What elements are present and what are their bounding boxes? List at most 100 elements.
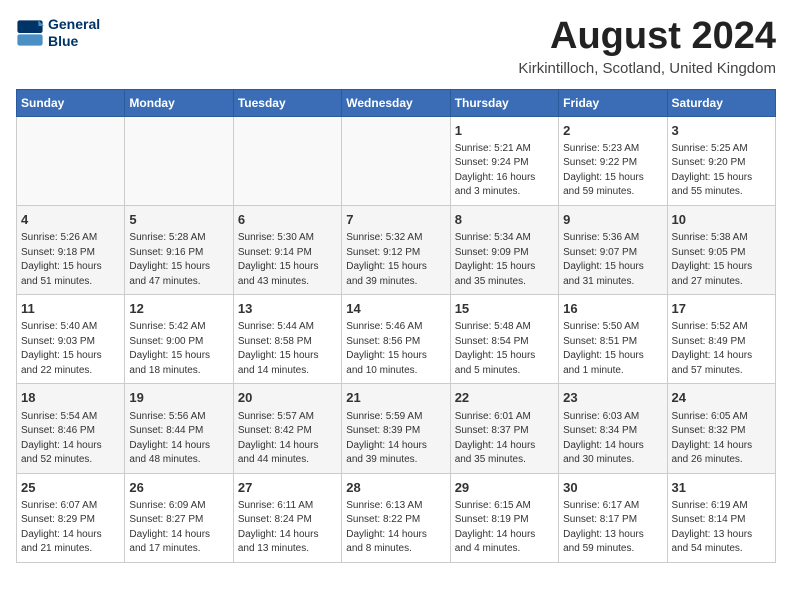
calendar-cell: 10Sunrise: 5:38 AMSunset: 9:05 PMDayligh…: [667, 205, 775, 294]
header-wednesday: Wednesday: [342, 89, 450, 116]
day-info: Sunset: 9:05 PM: [672, 246, 771, 261]
day-info: Daylight: 14 hours: [672, 349, 771, 364]
day-info: Daylight: 15 hours: [563, 349, 662, 364]
day-info: and 44 minutes.: [238, 453, 337, 468]
day-info: Sunset: 8:46 PM: [21, 424, 120, 439]
day-info: Sunrise: 5:23 AM: [563, 142, 662, 157]
day-info: and 13 minutes.: [238, 542, 337, 557]
day-info: Sunset: 9:07 PM: [563, 246, 662, 261]
calendar-week-1: 1Sunrise: 5:21 AMSunset: 9:24 PMDaylight…: [17, 116, 776, 205]
day-info: Daylight: 14 hours: [238, 439, 337, 454]
day-info: Sunset: 8:19 PM: [455, 513, 554, 528]
day-info: and 8 minutes.: [346, 542, 445, 557]
day-info: Sunset: 8:58 PM: [238, 335, 337, 350]
day-number: 9: [563, 211, 662, 229]
calendar-cell: 25Sunrise: 6:07 AMSunset: 8:29 PMDayligh…: [17, 473, 125, 562]
day-info: Sunrise: 5:59 AM: [346, 410, 445, 425]
day-info: Sunrise: 6:15 AM: [455, 499, 554, 514]
day-info: Sunset: 8:51 PM: [563, 335, 662, 350]
day-info: and 52 minutes.: [21, 453, 120, 468]
day-info: and 30 minutes.: [563, 453, 662, 468]
day-info: Sunrise: 6:03 AM: [563, 410, 662, 425]
day-info: and 21 minutes.: [21, 542, 120, 557]
calendar-cell: 2Sunrise: 5:23 AMSunset: 9:22 PMDaylight…: [559, 116, 667, 205]
day-info: and 55 minutes.: [672, 185, 771, 200]
day-info: and 31 minutes.: [563, 275, 662, 290]
calendar-week-3: 11Sunrise: 5:40 AMSunset: 9:03 PMDayligh…: [17, 295, 776, 384]
calendar-cell: 27Sunrise: 6:11 AMSunset: 8:24 PMDayligh…: [233, 473, 341, 562]
day-info: Sunset: 8:17 PM: [563, 513, 662, 528]
day-info: Sunset: 8:44 PM: [129, 424, 228, 439]
day-info: Daylight: 14 hours: [21, 528, 120, 543]
day-info: Sunset: 9:18 PM: [21, 246, 120, 261]
header-sunday: Sunday: [17, 89, 125, 116]
day-info: Sunset: 8:34 PM: [563, 424, 662, 439]
day-number: 4: [21, 211, 120, 229]
day-info: and 14 minutes.: [238, 364, 337, 379]
day-info: Daylight: 15 hours: [346, 349, 445, 364]
day-info: Sunrise: 6:07 AM: [21, 499, 120, 514]
day-info: Sunset: 8:49 PM: [672, 335, 771, 350]
logo-text-line1: General: [48, 16, 100, 33]
day-info: Daylight: 14 hours: [455, 528, 554, 543]
day-info: Sunrise: 5:30 AM: [238, 231, 337, 246]
day-number: 26: [129, 479, 228, 497]
day-info: Daylight: 15 hours: [672, 260, 771, 275]
header-monday: Monday: [125, 89, 233, 116]
day-number: 16: [563, 300, 662, 318]
calendar-cell: [342, 116, 450, 205]
day-info: Sunrise: 6:05 AM: [672, 410, 771, 425]
calendar-cell: 11Sunrise: 5:40 AMSunset: 9:03 PMDayligh…: [17, 295, 125, 384]
calendar-cell: 30Sunrise: 6:17 AMSunset: 8:17 PMDayligh…: [559, 473, 667, 562]
day-info: Daylight: 14 hours: [21, 439, 120, 454]
day-info: Daylight: 13 hours: [672, 528, 771, 543]
day-info: Sunset: 8:14 PM: [672, 513, 771, 528]
day-number: 8: [455, 211, 554, 229]
calendar-table: SundayMondayTuesdayWednesdayThursdayFrid…: [16, 89, 776, 563]
day-info: Sunrise: 6:11 AM: [238, 499, 337, 514]
day-info: Sunrise: 5:56 AM: [129, 410, 228, 425]
day-info: Daylight: 15 hours: [238, 260, 337, 275]
calendar-cell: 9Sunrise: 5:36 AMSunset: 9:07 PMDaylight…: [559, 205, 667, 294]
day-info: Daylight: 14 hours: [129, 528, 228, 543]
day-info: Daylight: 15 hours: [129, 260, 228, 275]
logo: General Blue: [16, 16, 100, 50]
day-info: and 59 minutes.: [563, 185, 662, 200]
day-info: and 5 minutes.: [455, 364, 554, 379]
day-number: 24: [672, 389, 771, 407]
day-info: Sunrise: 6:09 AM: [129, 499, 228, 514]
day-info: Sunrise: 5:36 AM: [563, 231, 662, 246]
day-info: Daylight: 14 hours: [129, 439, 228, 454]
day-info: Sunrise: 5:38 AM: [672, 231, 771, 246]
day-info: Sunrise: 5:32 AM: [346, 231, 445, 246]
calendar-cell: 1Sunrise: 5:21 AMSunset: 9:24 PMDaylight…: [450, 116, 558, 205]
day-info: Sunrise: 5:46 AM: [346, 320, 445, 335]
day-info: and 26 minutes.: [672, 453, 771, 468]
day-info: and 59 minutes.: [563, 542, 662, 557]
day-info: Daylight: 15 hours: [129, 349, 228, 364]
calendar-cell: [17, 116, 125, 205]
header-saturday: Saturday: [667, 89, 775, 116]
day-info: and 48 minutes.: [129, 453, 228, 468]
calendar-cell: 29Sunrise: 6:15 AMSunset: 8:19 PMDayligh…: [450, 473, 558, 562]
location-title: Kirkintilloch, Scotland, United Kingdom: [518, 60, 776, 77]
calendar-cell: 26Sunrise: 6:09 AMSunset: 8:27 PMDayligh…: [125, 473, 233, 562]
day-number: 1: [455, 122, 554, 140]
day-info: Sunset: 8:22 PM: [346, 513, 445, 528]
day-info: Sunset: 9:20 PM: [672, 156, 771, 171]
day-info: Sunrise: 5:40 AM: [21, 320, 120, 335]
day-info: and 35 minutes.: [455, 453, 554, 468]
day-info: Sunset: 8:39 PM: [346, 424, 445, 439]
day-info: Sunset: 9:12 PM: [346, 246, 445, 261]
calendar-cell: [233, 116, 341, 205]
calendar-cell: 8Sunrise: 5:34 AMSunset: 9:09 PMDaylight…: [450, 205, 558, 294]
day-info: and 4 minutes.: [455, 542, 554, 557]
calendar-week-4: 18Sunrise: 5:54 AMSunset: 8:46 PMDayligh…: [17, 384, 776, 473]
day-info: Daylight: 15 hours: [563, 171, 662, 186]
day-number: 18: [21, 389, 120, 407]
calendar-cell: [125, 116, 233, 205]
day-info: Sunset: 9:00 PM: [129, 335, 228, 350]
day-info: Daylight: 16 hours: [455, 171, 554, 186]
day-info: Daylight: 14 hours: [346, 439, 445, 454]
day-info: and 10 minutes.: [346, 364, 445, 379]
